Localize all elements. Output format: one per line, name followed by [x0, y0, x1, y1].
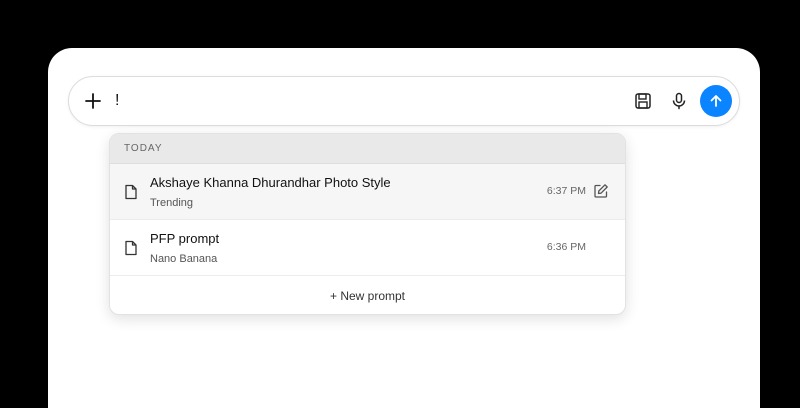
arrow-up-icon: [710, 95, 722, 107]
prompt-input[interactable]: [115, 89, 565, 113]
list-item-time: 6:37 PM: [546, 185, 586, 197]
list-item-subtitle: Nano Banana: [150, 253, 218, 265]
mic-icon: [672, 92, 686, 110]
list-item-time: 6:36 PM: [546, 241, 586, 253]
prompt-suggestions-dropdown: TODAY Akshaye Khanna Dhurandhar Photo St…: [109, 133, 626, 315]
mic-button[interactable]: [667, 89, 691, 113]
document-icon: [124, 240, 138, 256]
document-icon: [124, 184, 138, 200]
send-button[interactable]: [700, 85, 732, 117]
list-item-title: Akshaye Khanna Dhurandhar Photo Style: [150, 175, 391, 190]
save-button[interactable]: [631, 89, 655, 113]
prompt-composer: [68, 76, 740, 126]
list-item[interactable]: PFP prompt Nano Banana 6:36 PM: [110, 220, 625, 276]
list-item[interactable]: Akshaye Khanna Dhurandhar Photo Style Tr…: [110, 164, 625, 220]
plus-icon[interactable]: [83, 91, 103, 111]
new-prompt-button[interactable]: + New prompt: [110, 276, 625, 314]
list-item-subtitle: Trending: [150, 197, 194, 209]
section-header: TODAY: [110, 134, 625, 164]
save-icon: [635, 93, 651, 109]
edit-icon[interactable]: [593, 183, 609, 199]
list-item-title: PFP prompt: [150, 231, 220, 246]
main-panel: TODAY Akshaye Khanna Dhurandhar Photo St…: [48, 48, 760, 408]
